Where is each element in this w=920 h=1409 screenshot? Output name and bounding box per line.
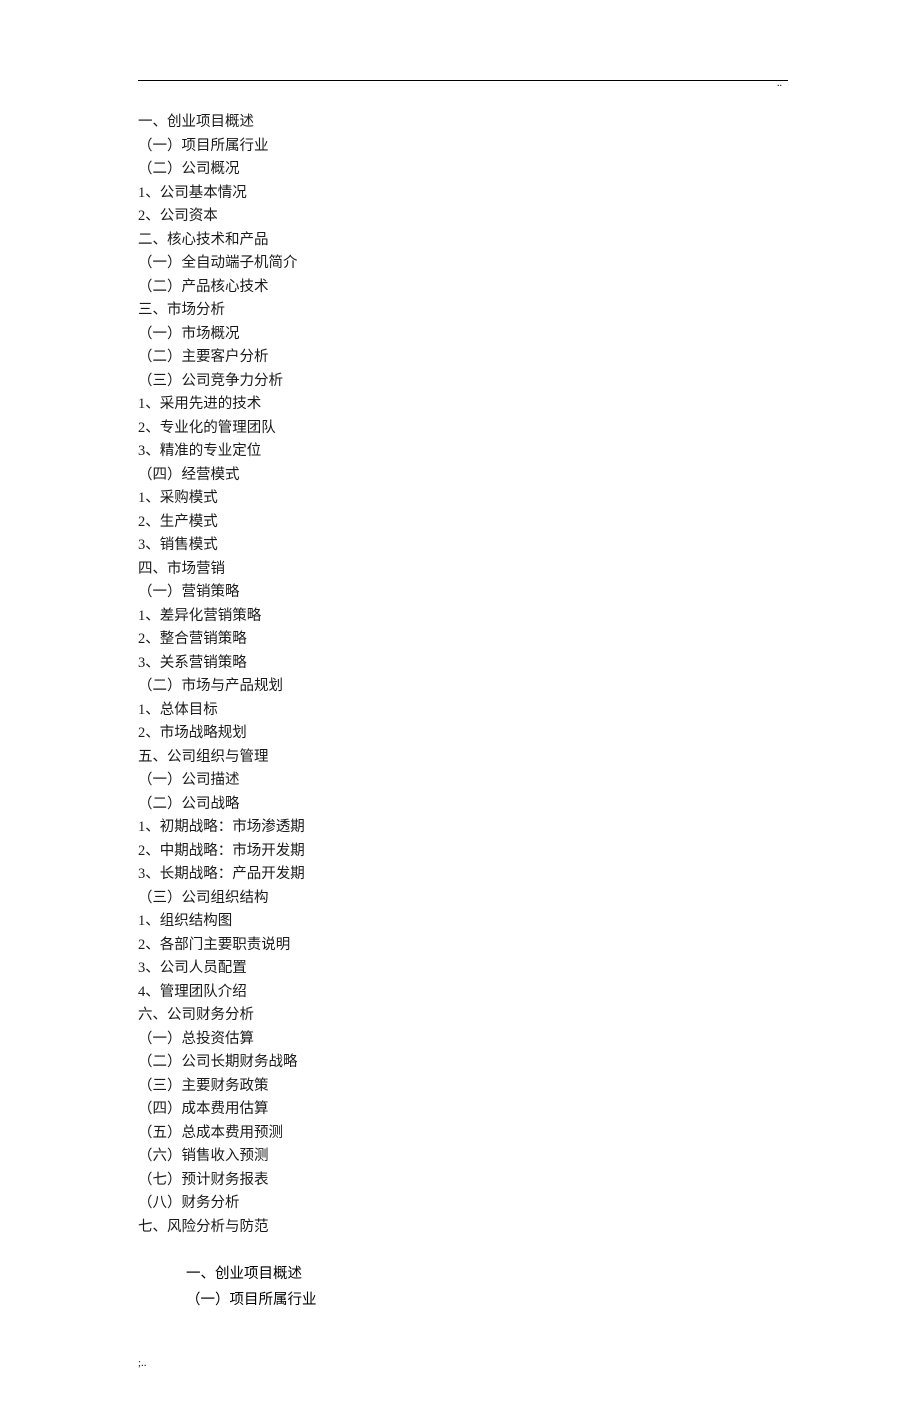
toc-item: （三）公司组织结构 [138, 887, 790, 911]
toc-item: 七、风险分析与防范 [138, 1216, 790, 1240]
toc-item: （二）主要客户分析 [138, 346, 790, 370]
body-heading-1: 一、创业项目概述 [186, 1261, 790, 1287]
toc-item: 2、各部门主要职责说明 [138, 934, 790, 958]
toc-item: 五、公司组织与管理 [138, 746, 790, 770]
toc-item: 四、市场营销 [138, 558, 790, 582]
toc-item: （一）项目所属行业 [138, 135, 790, 159]
horizontal-rule [138, 80, 788, 81]
toc-item: 六、公司财务分析 [138, 1004, 790, 1028]
toc-item: （一）全自动端子机简介 [138, 252, 790, 276]
toc-item: 3、长期战略：产品开发期 [138, 863, 790, 887]
toc-item: 1、公司基本情况 [138, 182, 790, 206]
toc-item: （七）预计财务报表 [138, 1169, 790, 1193]
toc-item: 2、生产模式 [138, 511, 790, 535]
toc-item: 2、市场战略规划 [138, 722, 790, 746]
toc-item: 3、销售模式 [138, 534, 790, 558]
toc-item: 1、总体目标 [138, 699, 790, 723]
toc-item: 2、公司资本 [138, 205, 790, 229]
toc-item: （一）市场概况 [138, 323, 790, 347]
toc-item: 1、组织结构图 [138, 910, 790, 934]
toc-item: （二）公司概况 [138, 158, 790, 182]
toc-item: 3、关系营销策略 [138, 652, 790, 676]
toc-item: 1、差异化营销策略 [138, 605, 790, 629]
toc-item: （一）总投资估算 [138, 1028, 790, 1052]
toc-item: （三）主要财务政策 [138, 1075, 790, 1099]
toc-item: 2、专业化的管理团队 [138, 417, 790, 441]
toc-item: 1、初期战略：市场渗透期 [138, 816, 790, 840]
toc-item: （二）公司战略 [138, 793, 790, 817]
toc-item: （四）成本费用估算 [138, 1098, 790, 1122]
body-content: 一、创业项目概述 （一）项目所属行业 [186, 1261, 790, 1313]
toc-item: 1、采购模式 [138, 487, 790, 511]
toc-item: （二）公司长期财务战略 [138, 1051, 790, 1075]
toc-item: 2、中期战略：市场开发期 [138, 840, 790, 864]
toc-item: 4、管理团队介绍 [138, 981, 790, 1005]
body-heading-2: （一）项目所属行业 [186, 1287, 790, 1313]
toc-item: （二）产品核心技术 [138, 276, 790, 300]
toc-item: 二、核心技术和产品 [138, 229, 790, 253]
toc-item: （三）公司竞争力分析 [138, 370, 790, 394]
toc-item: 1、采用先进的技术 [138, 393, 790, 417]
toc-item: （八）财务分析 [138, 1192, 790, 1216]
toc-item: 2、整合营销策略 [138, 628, 790, 652]
toc-item: 一、创业项目概述 [138, 111, 790, 135]
document-page: .. 一、创业项目概述 （一）项目所属行业 （二）公司概况 1、公司基本情况 2… [0, 0, 920, 1409]
toc-item: 三、市场分析 [138, 299, 790, 323]
toc-item: 3、公司人员配置 [138, 957, 790, 981]
page-footer: ;.. [138, 1357, 790, 1369]
header-corner-mark: .. [777, 78, 782, 89]
toc-item: 3、精准的专业定位 [138, 440, 790, 464]
toc-item: （五）总成本费用预测 [138, 1122, 790, 1146]
toc-item: （六）销售收入预测 [138, 1145, 790, 1169]
toc-item: （一）公司描述 [138, 769, 790, 793]
toc-item: （一）营销策略 [138, 581, 790, 605]
toc-item: （四）经营模式 [138, 464, 790, 488]
table-of-contents: 一、创业项目概述 （一）项目所属行业 （二）公司概况 1、公司基本情况 2、公司… [138, 111, 790, 1239]
toc-item: （二）市场与产品规划 [138, 675, 790, 699]
